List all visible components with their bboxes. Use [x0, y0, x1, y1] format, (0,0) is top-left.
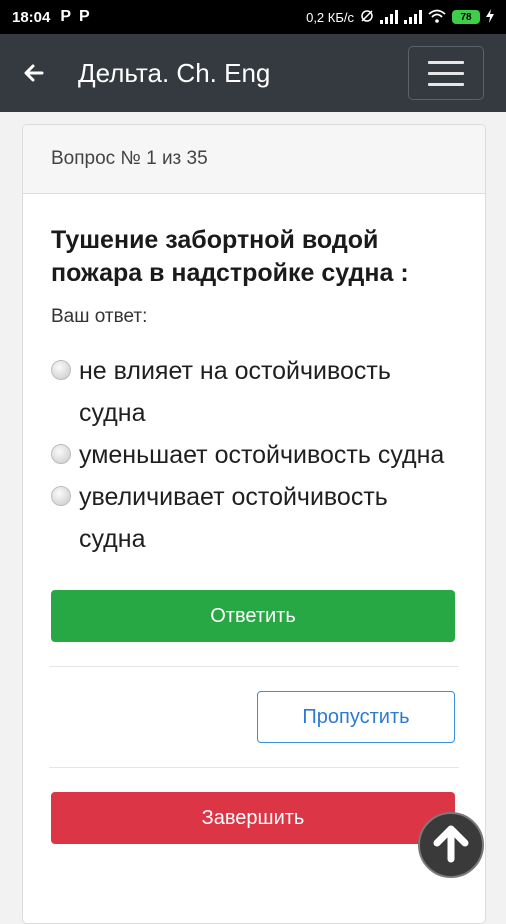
signal-icon	[380, 10, 398, 24]
signal-icon	[404, 10, 422, 24]
radio-button[interactable]	[51, 360, 71, 380]
finish-button[interactable]: Завершить	[51, 792, 455, 844]
arrow-up-icon	[433, 823, 469, 868]
answer-option-label: увеличивает остойчивость судна	[79, 483, 388, 553]
answer-button[interactable]: Ответить	[51, 590, 455, 642]
status-bar: 18:04 P P 0,2 КБ/с 78	[0, 0, 506, 34]
answer-option[interactable]: уменьшает остойчивость судна	[51, 434, 457, 476]
answer-options: не влияет на остойчивость судна уменьшае…	[51, 350, 457, 560]
answer-option-label: уменьшает остойчивость судна	[79, 441, 445, 469]
status-indicators: 0,2 КБ/с 78	[306, 8, 494, 26]
answer-option-label: не влияет на остойчивость судна	[79, 357, 391, 427]
answer-option[interactable]: не влияет на остойчивость судна	[51, 350, 457, 434]
divider	[49, 666, 459, 667]
charging-icon	[486, 8, 494, 26]
arrow-left-icon[interactable]	[22, 61, 46, 85]
scroll-to-top-button[interactable]	[418, 812, 484, 878]
notification-icon: P	[79, 8, 90, 25]
answer-option[interactable]: увеличивает остойчивость судна	[51, 476, 457, 560]
battery-icon: 78	[452, 10, 480, 24]
menu-button[interactable]	[408, 46, 484, 100]
question-card: Вопрос № 1 из 35 Тушение забортной водой…	[22, 124, 486, 924]
hamburger-icon	[428, 60, 464, 64]
skip-button[interactable]: Пропустить	[257, 691, 455, 743]
question-text: Тушение забортной водой пожара в надстро…	[51, 226, 409, 287]
notification-icon: P	[60, 8, 72, 25]
status-time: 18:04	[12, 8, 51, 26]
question-counter: Вопрос № 1 из 35	[23, 125, 485, 194]
divider	[49, 767, 459, 768]
network-speed: 0,2 КБ/с	[306, 9, 354, 25]
radio-button[interactable]	[51, 486, 71, 506]
alarm-off-icon	[360, 9, 374, 26]
answer-label: Ваш ответ:	[51, 306, 148, 327]
radio-button[interactable]	[51, 444, 71, 464]
wifi-icon	[428, 9, 446, 26]
app-bar: Дельта. Ch. Eng	[0, 34, 506, 112]
app-title: Дельта. Ch. Eng	[78, 57, 271, 88]
